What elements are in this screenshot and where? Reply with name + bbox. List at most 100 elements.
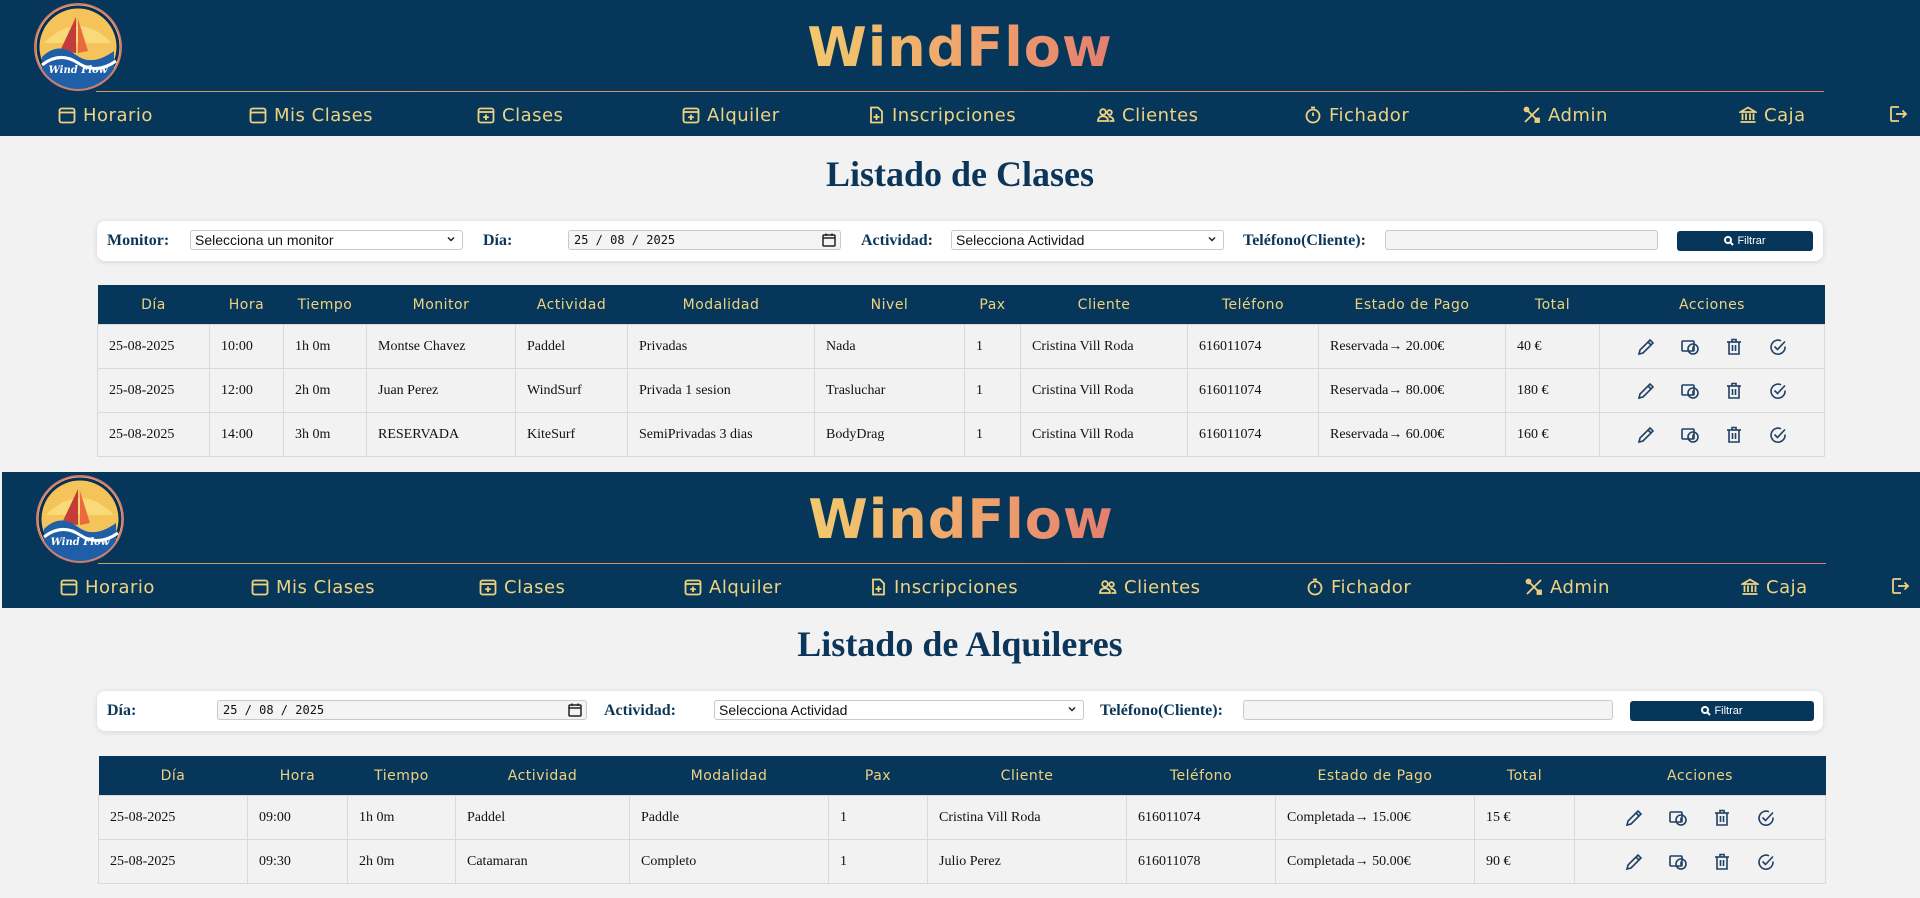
- nav-horario[interactable]: Horario: [58, 100, 153, 130]
- column-header: Estado de Pago: [1318, 285, 1506, 325]
- check-circle-icon: [1770, 382, 1786, 399]
- complete-button[interactable]: [1756, 852, 1776, 872]
- payment-button[interactable]: [1680, 425, 1700, 445]
- nav-mis-clases[interactable]: Mis Clases: [251, 572, 375, 602]
- cell-dia: 25-08-2025: [98, 795, 248, 840]
- day-date-input[interactable]: 25 / 08 / 2025: [568, 230, 841, 250]
- nav-label: Clientes: [1124, 576, 1201, 598]
- edit-icon: [1625, 809, 1643, 826]
- people-icon: [1097, 108, 1115, 122]
- monitor-select[interactable]: Selecciona un monitor: [190, 230, 463, 250]
- cell-modalidad: Paddle: [629, 795, 829, 840]
- bank-icon: [1741, 578, 1759, 595]
- nav-horario[interactable]: Horario: [60, 572, 155, 602]
- edit-button[interactable]: [1624, 808, 1644, 828]
- logout-icon: [1890, 106, 1908, 122]
- complete-button[interactable]: [1756, 808, 1776, 828]
- delete-button[interactable]: [1724, 381, 1744, 401]
- filter-bar: Día: 25 / 08 / 2025 Actividad: Seleccion…: [97, 691, 1823, 731]
- delete-button[interactable]: [1724, 425, 1744, 445]
- header-divider: [96, 91, 1824, 92]
- activity-select[interactable]: Selecciona Actividad: [951, 230, 1224, 250]
- nav-admin[interactable]: Admin: [1523, 100, 1608, 130]
- nav-fichador[interactable]: Fichador: [1306, 572, 1411, 602]
- phone-input[interactable]: [1243, 700, 1613, 720]
- phone-input[interactable]: [1385, 230, 1658, 250]
- nav-alquiler[interactable]: Alquiler: [682, 100, 780, 130]
- cell-cliente: Cristina Vill Roda: [1020, 324, 1188, 369]
- complete-button[interactable]: [1768, 337, 1788, 357]
- complete-button[interactable]: [1768, 425, 1788, 445]
- page-title: Listado de Clases: [825, 154, 1095, 194]
- cell-actividad: Paddel: [515, 324, 628, 369]
- nav-mis-clases[interactable]: Mis Clases: [249, 100, 373, 130]
- cell-hora: 12:00: [209, 368, 284, 413]
- activity-select[interactable]: Selecciona Actividad: [714, 700, 1084, 720]
- edit-button[interactable]: [1636, 337, 1656, 357]
- nav-admin[interactable]: Admin: [1525, 572, 1610, 602]
- filter-button[interactable]: Filtrar: [1677, 231, 1813, 251]
- complete-button[interactable]: [1768, 381, 1788, 401]
- nav-label: Clases: [504, 576, 566, 598]
- column-header: Acciones: [1599, 285, 1825, 325]
- column-header: Día: [97, 285, 210, 325]
- nav-caja[interactable]: Caja: [1741, 572, 1808, 602]
- nav-caja[interactable]: Caja: [1739, 100, 1806, 130]
- cell-monitor: RESERVADA: [366, 412, 516, 457]
- day-label: Día:: [483, 232, 513, 249]
- nav-label: Admin: [1550, 576, 1610, 598]
- nav-inscripciones[interactable]: Inscripciones: [867, 100, 1016, 130]
- trash-icon: [1727, 382, 1741, 399]
- payment-button[interactable]: [1680, 337, 1700, 357]
- nav-clientes[interactable]: Clientes: [1099, 572, 1201, 602]
- delete-button[interactable]: [1712, 808, 1732, 828]
- logout-button[interactable]: [1888, 104, 1908, 129]
- nav-alquiler[interactable]: Alquiler: [684, 572, 782, 602]
- main-nav: Horario Mis Clases Clases Alquiler Inscr…: [2, 572, 1920, 602]
- filter-button[interactable]: Filtrar: [1630, 701, 1814, 721]
- payment-button[interactable]: [1668, 852, 1688, 872]
- delete-button[interactable]: [1712, 852, 1732, 872]
- nav-clases[interactable]: Clases: [477, 100, 563, 130]
- cell-modalidad: SemiPrivadas 3 dias: [627, 412, 815, 457]
- calendar-icon[interactable]: [822, 233, 836, 247]
- cell-pax: 1: [828, 839, 928, 884]
- edit-button[interactable]: [1624, 852, 1644, 872]
- monitor-select-value: Selecciona un monitor: [195, 232, 334, 248]
- logout-button[interactable]: [1890, 576, 1910, 601]
- cell-total: 180 €: [1505, 368, 1600, 413]
- cell-hora: 14:00: [209, 412, 284, 457]
- payment-button[interactable]: [1680, 381, 1700, 401]
- nav-clientes[interactable]: Clientes: [1097, 100, 1199, 130]
- edit-button[interactable]: [1636, 425, 1656, 445]
- delete-button[interactable]: [1724, 337, 1744, 357]
- app-header: Wind Flow WindFlow Horario Mis Clases Cl…: [2, 472, 1920, 608]
- search-icon: [1724, 236, 1735, 246]
- nav-clases[interactable]: Clases: [479, 572, 565, 602]
- table-row: 25-08-2025 10:00 1h 0m Montse Chavez Pad…: [97, 324, 1825, 369]
- cell-total: 40 €: [1505, 324, 1600, 369]
- nav-fichador[interactable]: Fichador: [1304, 100, 1409, 130]
- column-header: Teléfono: [1187, 285, 1319, 325]
- nav-label: Fichador: [1329, 104, 1410, 126]
- nav-inscripciones[interactable]: Inscripciones: [869, 572, 1018, 602]
- column-header: Actividad: [455, 756, 630, 796]
- cell-actividad: KiteSurf: [515, 412, 628, 457]
- day-date-input[interactable]: 25 / 08 / 2025: [217, 700, 587, 720]
- trash-icon: [1715, 809, 1729, 826]
- phone-label: Teléfono(Cliente):: [1100, 702, 1223, 719]
- payment-button[interactable]: [1668, 808, 1688, 828]
- check-circle-icon: [1770, 426, 1786, 443]
- tools-icon: [1525, 578, 1542, 595]
- cell-pax: 1: [964, 324, 1021, 369]
- cell-monitor: Montse Chavez: [366, 324, 516, 369]
- nav-label: Inscripciones: [892, 104, 1017, 126]
- calendar-icon[interactable]: [568, 703, 582, 717]
- check-circle-icon: [1758, 809, 1774, 826]
- trash-icon: [1727, 426, 1741, 443]
- nav-label: Horario: [83, 104, 153, 126]
- cell-dia: 25-08-2025: [98, 839, 248, 884]
- edit-button[interactable]: [1636, 381, 1656, 401]
- main-nav: Horario Mis Clases Clases Alquiler Inscr…: [0, 100, 1920, 130]
- column-header: Día: [98, 756, 248, 796]
